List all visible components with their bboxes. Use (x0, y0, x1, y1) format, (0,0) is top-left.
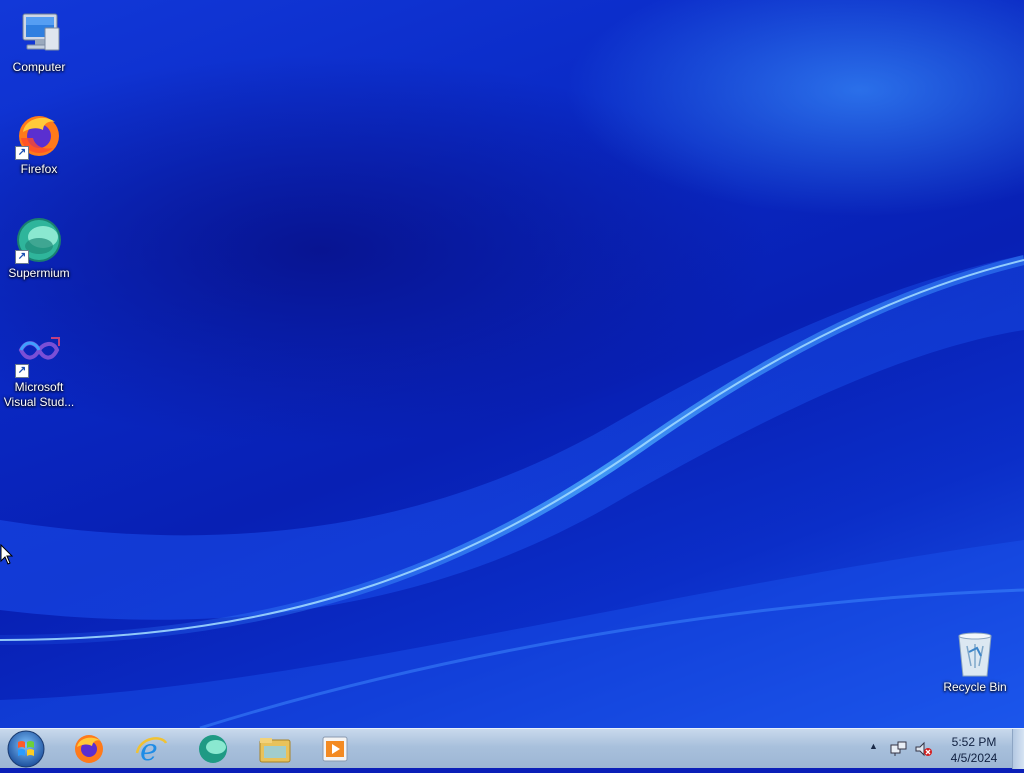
taskbar: e ▲ 5:52 PM 4/5/2024 (0, 728, 1024, 769)
shortcut-arrow-icon: ↗ (15, 364, 29, 378)
volume-muted-icon[interactable] (914, 741, 932, 757)
firefox-icon (75, 735, 103, 763)
desktop-icon-visual-studio[interactable]: ↗ Microsoft Visual Stud... (1, 330, 77, 410)
desktop-icon-computer[interactable]: Computer (1, 10, 77, 75)
firefox-icon: ↗ (15, 112, 63, 160)
media-player-icon (322, 736, 348, 762)
internet-explorer-icon: e (135, 733, 168, 765)
taskbar-internet-explorer-button[interactable]: e (124, 731, 178, 767)
show-hidden-icons-button[interactable]: ▲ (869, 741, 878, 751)
computer-icon (15, 10, 63, 58)
label-line: Visual Stud... (3, 395, 75, 409)
network-icon[interactable] (890, 741, 908, 757)
desktop-icon-label: Microsoft Visual Stud... (1, 380, 77, 410)
desktop-icon-label: Recycle Bin (943, 680, 1007, 694)
taskbar-supermium-button[interactable] (186, 731, 240, 767)
supermium-icon: ↗ (15, 216, 63, 264)
taskbar-firefox-button[interactable] (62, 731, 116, 767)
supermium-icon (199, 735, 227, 763)
taskbar-media-player-button[interactable] (308, 731, 362, 767)
desktop-icon-label: Computer (12, 60, 66, 74)
label-line: Microsoft (14, 380, 64, 394)
start-button[interactable] (6, 730, 46, 768)
desktop-icon-label: Supermium (8, 266, 70, 280)
visual-studio-icon: ↗ (15, 330, 63, 378)
shortcut-arrow-icon: ↗ (15, 250, 29, 264)
file-explorer-icon (259, 738, 291, 763)
clock-time: 5:52 PM (951, 735, 997, 749)
clock[interactable]: 5:52 PM 4/5/2024 (936, 734, 1012, 766)
start-orb-icon (7, 730, 45, 768)
show-desktop-button[interactable] (1012, 729, 1024, 769)
desktop-wallpaper: Computer ↗ Firefox ↗ Supermium ↗ Microso… (0, 0, 1024, 728)
recycle-bin-icon (951, 630, 999, 678)
desktop-icon-recycle-bin[interactable]: Recycle Bin (937, 630, 1013, 695)
desktop-icon-firefox[interactable]: ↗ Firefox (1, 112, 77, 177)
mouse-cursor-icon (0, 544, 14, 565)
wallpaper-waves (0, 255, 1024, 728)
shortcut-arrow-icon: ↗ (15, 146, 29, 160)
desktop-icon-supermium[interactable]: ↗ Supermium (1, 216, 77, 281)
clock-date: 4/5/2024 (950, 751, 998, 765)
taskbar-file-explorer-button[interactable] (248, 731, 302, 767)
desktop-icon-label: Firefox (20, 162, 58, 176)
